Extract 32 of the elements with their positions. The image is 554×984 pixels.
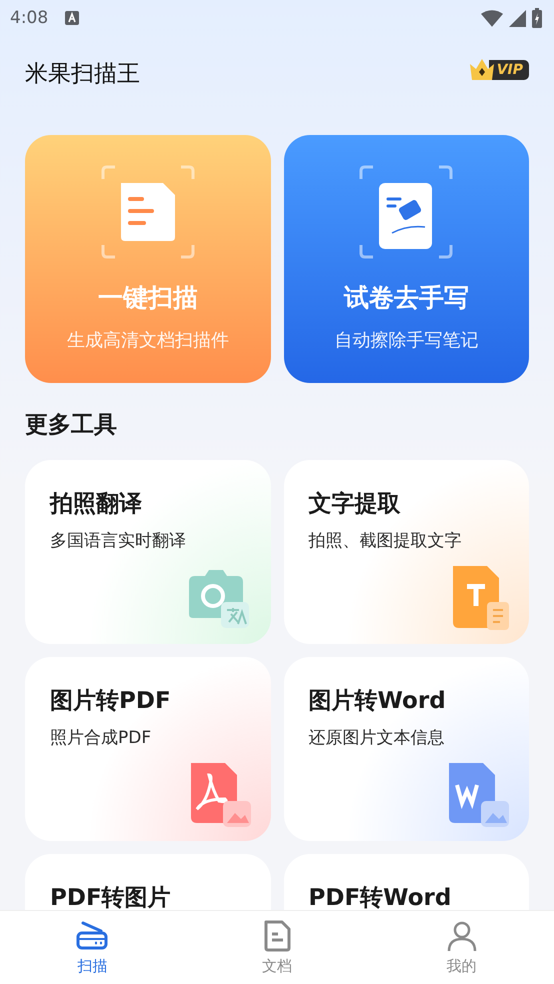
tool-title: PDF转图片 <box>50 884 172 910</box>
tool-title: 拍照翻译 <box>50 490 143 519</box>
app-title: 米果扫描王 <box>25 60 140 89</box>
tool-title: PDF转Word <box>308 884 452 910</box>
eraser-document-icon <box>359 165 454 259</box>
tool-title: 文字提取 <box>308 490 402 519</box>
tool-card[interactable]: 图片转Word 还原图片文本信息 <box>284 657 529 841</box>
tool-card[interactable]: 图片转PDF 照片合成PDF <box>25 657 270 841</box>
tool-subtitle: 还原图片文本信息 <box>308 727 446 749</box>
signal-icon <box>509 10 526 26</box>
battery-icon <box>532 8 542 28</box>
keyboard-icon <box>64 10 80 26</box>
feature-subtitle: 生成高清文档扫描件 <box>66 329 229 352</box>
tool-subtitle: 多国语言实时翻译 <box>50 530 187 552</box>
tool-card[interactable]: 拍照翻译 多国语言实时翻译 <box>25 460 270 644</box>
feature-title: 试卷去手写 <box>344 282 469 314</box>
status-time: 4:08 <box>10 8 48 28</box>
nav-tab[interactable]: 扫描 <box>0 911 185 984</box>
feature-title: 一键扫描 <box>98 282 198 314</box>
document-icon <box>100 165 195 259</box>
tool-title: 图片转Word <box>308 687 447 716</box>
crown-icon <box>468 58 495 82</box>
tool-card[interactable]: PDF转图片 <box>25 854 270 910</box>
tool-card[interactable]: 文字提取 拍照、截图提取文字 <box>284 460 529 644</box>
feature-card[interactable]: 试卷去手写 自动擦除手写笔记 <box>284 135 529 383</box>
wifi-icon <box>481 10 503 26</box>
feature-subtitle: 自动擦除手写笔记 <box>334 329 478 352</box>
tool-subtitle: 照片合成PDF <box>50 727 152 749</box>
tool-card[interactable]: PDF转Word <box>284 854 529 910</box>
tool-subtitle: 拍照、截图提取文字 <box>308 530 462 552</box>
section-title: 更多工具 <box>25 411 118 440</box>
tool-title: 图片转PDF <box>50 687 172 716</box>
